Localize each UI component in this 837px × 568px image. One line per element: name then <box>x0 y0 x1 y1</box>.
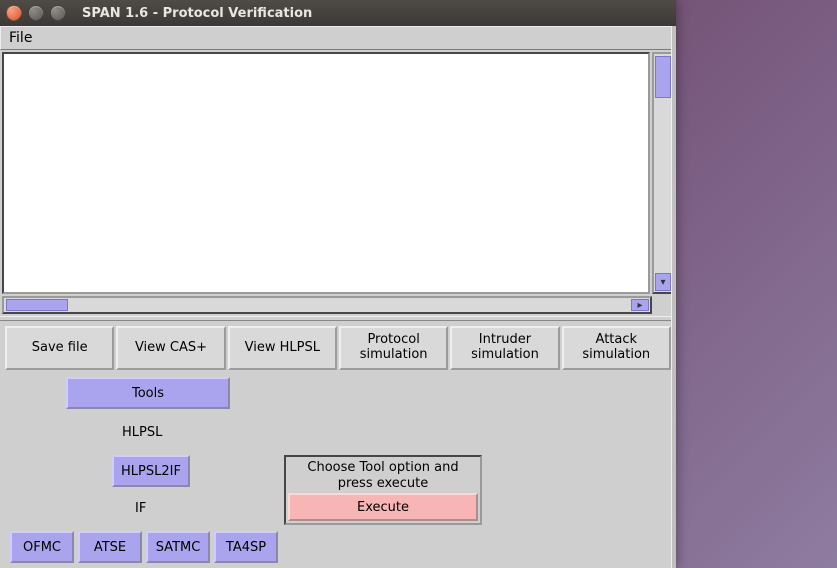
ta4sp-button[interactable]: TA4SP <box>214 531 278 563</box>
view-hlpsl-button[interactable]: View HLPSL <box>228 326 337 370</box>
minimize-icon[interactable] <box>28 5 44 21</box>
execute-panel: Choose Tool option and press execute Exe… <box>284 455 482 525</box>
protocol-simulation-button[interactable]: Protocol simulation <box>339 326 448 370</box>
window-title: SPAN 1.6 - Protocol Verification <box>82 6 312 21</box>
vscroll-thumb[interactable] <box>655 56 671 98</box>
hscroll-thumb[interactable] <box>6 299 68 311</box>
hlpsl-label: HLPSL <box>122 425 162 440</box>
intruder-simulation-button[interactable]: Intruder simulation <box>450 326 559 370</box>
tools-panel: Tools HLPSL HLPSL2IF IF OFMC ATSE SATMC … <box>0 373 676 568</box>
desktop-background: SPAN 1.6 - Protocol Verification File ▾ … <box>0 0 837 568</box>
main-toolbar: Save file View CAS+ View HLPSL Protocol … <box>0 321 676 373</box>
titlebar[interactable]: SPAN 1.6 - Protocol Verification <box>0 0 676 26</box>
execute-prompt: Choose Tool option and press execute <box>288 459 478 493</box>
maximize-icon[interactable] <box>50 5 66 21</box>
save-file-button[interactable]: Save file <box>5 326 114 370</box>
atse-button[interactable]: ATSE <box>78 531 142 563</box>
editor-textarea[interactable] <box>4 54 648 292</box>
horizontal-scrollbar[interactable]: ▸ <box>2 296 652 314</box>
editor-area[interactable] <box>2 52 650 294</box>
chevron-down-icon[interactable]: ▾ <box>655 273 671 291</box>
chevron-right-icon[interactable]: ▸ <box>631 299 649 311</box>
view-cas-button[interactable]: View CAS+ <box>116 326 225 370</box>
satmc-button[interactable]: SATMC <box>146 531 210 563</box>
close-icon[interactable] <box>6 5 22 21</box>
tools-header: Tools <box>66 377 230 409</box>
window-resize-edge[interactable] <box>671 26 676 568</box>
ofmc-button[interactable]: OFMC <box>10 531 74 563</box>
hlpsl2if-button[interactable]: HLPSL2IF <box>112 455 190 487</box>
execute-button[interactable]: Execute <box>288 493 478 521</box>
menubar: File <box>0 26 676 50</box>
if-label: IF <box>135 501 146 516</box>
menu-file[interactable]: File <box>5 30 36 46</box>
attack-simulation-button[interactable]: Attack simulation <box>562 326 671 370</box>
app-window: SPAN 1.6 - Protocol Verification File ▾ … <box>0 0 676 568</box>
